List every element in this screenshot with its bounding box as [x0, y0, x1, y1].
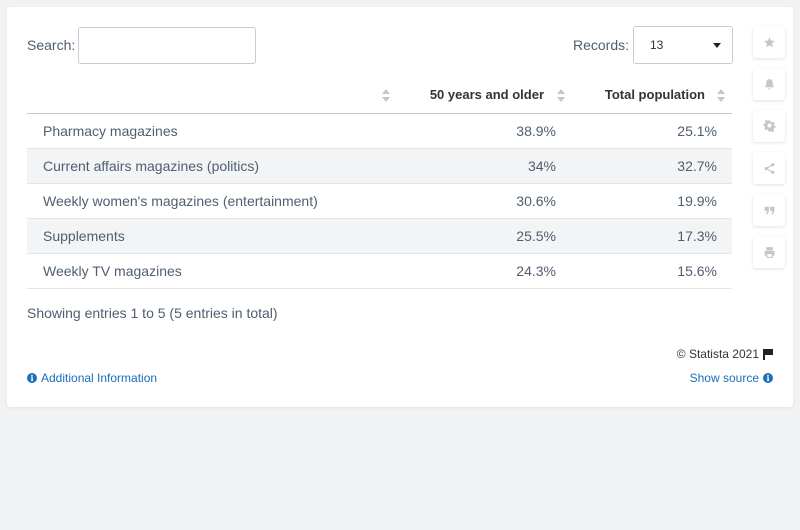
notification-button[interactable]	[753, 68, 785, 100]
cell-50-plus: 25.5%	[397, 218, 572, 254]
cell-50-plus: 30.6%	[397, 183, 572, 219]
cell-50-plus: 38.9%	[397, 113, 572, 149]
cell-total: 25.1%	[572, 113, 732, 149]
cell-50-plus: 34%	[397, 148, 572, 184]
row-label: Current affairs magazines (politics)	[27, 148, 397, 184]
show-source-text: Show source	[689, 371, 759, 385]
bell-icon	[764, 78, 774, 89]
cell-total: 17.3%	[572, 218, 732, 254]
search-label: Search:	[27, 37, 76, 53]
share-icon	[764, 162, 774, 174]
additional-information-link[interactable]: i Additional Information	[27, 371, 157, 385]
column-header-total[interactable]: Total population	[572, 77, 732, 114]
row-label: Pharmacy magazines	[27, 113, 397, 149]
favorite-button[interactable]	[753, 26, 785, 58]
share-button[interactable]	[753, 152, 785, 184]
table-header-row: 50 years and older Total population	[27, 77, 732, 114]
row-label: Supplements	[27, 218, 397, 254]
sort-icon	[717, 89, 725, 103]
copyright-text: © Statista 2021	[676, 347, 759, 361]
info-icon: i	[27, 373, 37, 383]
row-label: Weekly women's magazines (entertainment)	[27, 183, 397, 219]
column-header-label[interactable]	[27, 77, 397, 114]
info-icon: i	[763, 373, 773, 383]
records-select[interactable]: 13	[633, 26, 733, 64]
gear-icon	[762, 119, 775, 132]
star-icon	[763, 36, 775, 47]
settings-button[interactable]	[753, 110, 785, 142]
cell-50-plus: 24.3%	[397, 253, 572, 289]
flag-icon[interactable]	[763, 348, 773, 360]
sort-icon	[382, 89, 390, 103]
cell-total: 15.6%	[572, 253, 732, 289]
print-button[interactable]	[753, 236, 785, 268]
table-row: Pharmacy magazines 38.9% 25.1%	[27, 113, 732, 149]
sort-icon	[557, 89, 565, 103]
data-table: 50 years and older Total population Phar…	[27, 77, 732, 289]
search-input[interactable]	[78, 27, 256, 64]
quote-icon	[764, 206, 774, 214]
print-icon	[764, 246, 774, 258]
column-header-50-plus[interactable]: 50 years and older	[397, 77, 572, 114]
table-row: Weekly TV magazines 24.3% 15.6%	[27, 253, 732, 289]
row-label: Weekly TV magazines	[27, 253, 397, 289]
copyright: © Statista 2021	[677, 347, 773, 361]
cell-total: 32.7%	[572, 148, 732, 184]
table-row: Current affairs magazines (politics) 34%…	[27, 148, 732, 184]
column-header-total-text: Total population	[604, 87, 705, 103]
additional-information-text: Additional Information	[41, 371, 158, 385]
cell-total: 19.9%	[572, 183, 732, 219]
column-header-50-plus-text: 50 years and older	[429, 87, 544, 103]
table-row: Weekly women's magazines (entertainment)…	[27, 183, 732, 219]
records-label: Records:	[573, 37, 630, 53]
statistic-card: Search: Records: 13 50 years and older T…	[7, 7, 793, 407]
chevron-down-icon	[713, 43, 721, 48]
records-value: 13	[650, 38, 664, 52]
table-row: Supplements 25.5% 17.3%	[27, 218, 732, 254]
entries-summary: Showing entries 1 to 5 (5 entries in tot…	[27, 305, 278, 321]
show-source-link[interactable]: Show source i	[690, 371, 773, 385]
cite-button[interactable]	[753, 194, 785, 226]
